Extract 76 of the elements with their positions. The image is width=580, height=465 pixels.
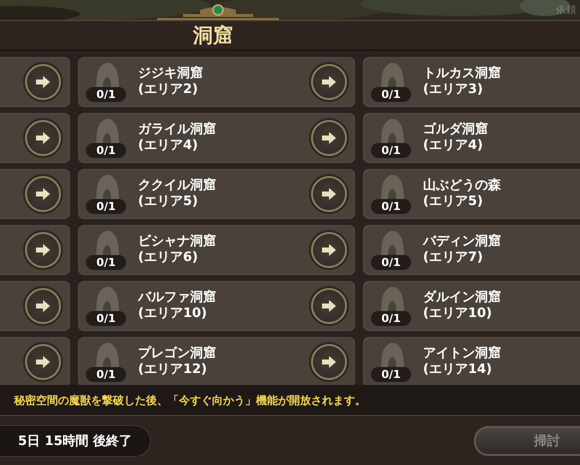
area-label: (エリア10) (138, 306, 208, 322)
go-button[interactable] (25, 176, 61, 212)
arrow-right-icon (35, 355, 51, 369)
area-label: (エリア5) (138, 194, 199, 210)
arrow-right-icon (321, 187, 337, 201)
window-title: 洞窟 (193, 22, 233, 48)
corner-label: 依頼 (556, 4, 576, 17)
area-label: (エリア7) (423, 250, 484, 266)
arrow-right-icon (35, 299, 51, 313)
progress-count: 0/1 (371, 311, 411, 326)
arrow-right-icon (321, 355, 337, 369)
cave-card[interactable]: 0/1 プレゴン洞窟 (エリア12) (78, 337, 355, 387)
arrow-right-icon (35, 187, 51, 201)
notice-text: 秘密空間の魔獣を撃破した後、「今すぐ向かう」機能が開放されます。 (14, 392, 366, 408)
cave-card[interactable]: 0/1 ガライル洞窟 (エリア4) (78, 113, 355, 163)
go-button[interactable] (311, 288, 347, 324)
go-button[interactable] (25, 288, 61, 324)
cave-card[interactable]: 0/1 アイトン洞窟 (エリア14) (363, 337, 580, 387)
progress-count: 0/1 (86, 367, 126, 382)
area-label: (エリア5) (423, 194, 484, 210)
go-button[interactable] (25, 64, 61, 100)
progress-count: 0/1 (86, 143, 126, 158)
arrow-right-icon (35, 243, 51, 257)
cave-card[interactable]: 0/1 トルカス洞窟 (エリア3) (363, 57, 580, 107)
area-label: (エリア2) (138, 82, 199, 98)
cave-name: バルファ洞窟 (138, 290, 217, 306)
go-button[interactable] (311, 344, 347, 380)
timer-label: 5日 15時間 後終了 (0, 424, 152, 456)
cave-name: プレゴン洞窟 (138, 346, 217, 362)
cave-name: ゴルダ洞窟 (423, 122, 489, 138)
progress-count: 0/1 (371, 255, 411, 270)
arrow-right-icon (35, 131, 51, 145)
area-label: (エリア4) (423, 138, 484, 154)
cave-name: アイトン洞窟 (423, 346, 502, 362)
cave-name: ガライル洞窟 (138, 122, 217, 138)
progress-count: 0/1 (371, 199, 411, 214)
arrow-right-icon (321, 243, 337, 257)
progress-count: 0/1 (86, 255, 126, 270)
cave-name: ククイル洞窟 (138, 178, 217, 194)
arrow-right-icon (321, 299, 337, 313)
go-button[interactable] (311, 232, 347, 268)
cave-card[interactable]: 0/1 ゴルダ洞窟 (エリア4) (363, 113, 580, 163)
go-button[interactable] (25, 232, 61, 268)
progress-count: 0/1 (371, 143, 411, 158)
go-button[interactable] (311, 120, 347, 156)
progress-count: 0/1 (371, 87, 411, 102)
cave-card[interactable]: 0/1 山ぶどうの森 (エリア5) (363, 169, 580, 219)
go-button[interactable] (25, 344, 61, 380)
area-label: (エリア6) (138, 250, 199, 266)
cave-name: ダルイン洞窟 (423, 290, 502, 306)
area-label: (エリア4) (138, 138, 199, 154)
area-label: (エリア14) (423, 362, 493, 378)
go-button[interactable] (311, 176, 347, 212)
progress-count: 0/1 (371, 367, 411, 382)
cave-card[interactable]: 0/1 ジジキ洞窟 (エリア2) (78, 57, 355, 107)
cave-card[interactable]: 0/1 バディン洞窟 (エリア7) (363, 225, 580, 275)
go-button[interactable] (25, 120, 61, 156)
area-label: (エリア12) (138, 362, 208, 378)
arrow-right-icon (35, 75, 51, 89)
progress-count: 0/1 (86, 311, 126, 326)
arrow-right-icon (321, 131, 337, 145)
cave-name: バディン洞窟 (423, 234, 502, 250)
area-label: (エリア10) (423, 306, 493, 322)
area-label: (エリア3) (423, 82, 484, 98)
cave-card[interactable]: 0/1 ククイル洞窟 (エリア5) (78, 169, 355, 219)
cave-name: トルカス洞窟 (423, 66, 502, 82)
cave-card[interactable]: 0/1 バルファ洞窟 (エリア10) (78, 281, 355, 331)
go-button[interactable] (311, 64, 347, 100)
cave-name: ビシャナ洞窟 (138, 234, 217, 250)
cave-name: ジジキ洞窟 (138, 66, 204, 82)
arrow-right-icon (321, 75, 337, 89)
progress-count: 0/1 (86, 87, 126, 102)
cave-name: 山ぶどうの森 (423, 178, 502, 194)
cave-card[interactable]: 0/1 ダルイン洞窟 (エリア10) (363, 281, 580, 331)
cave-card[interactable]: 0/1 ビシャナ洞窟 (エリア6) (78, 225, 355, 275)
progress-count: 0/1 (86, 199, 126, 214)
